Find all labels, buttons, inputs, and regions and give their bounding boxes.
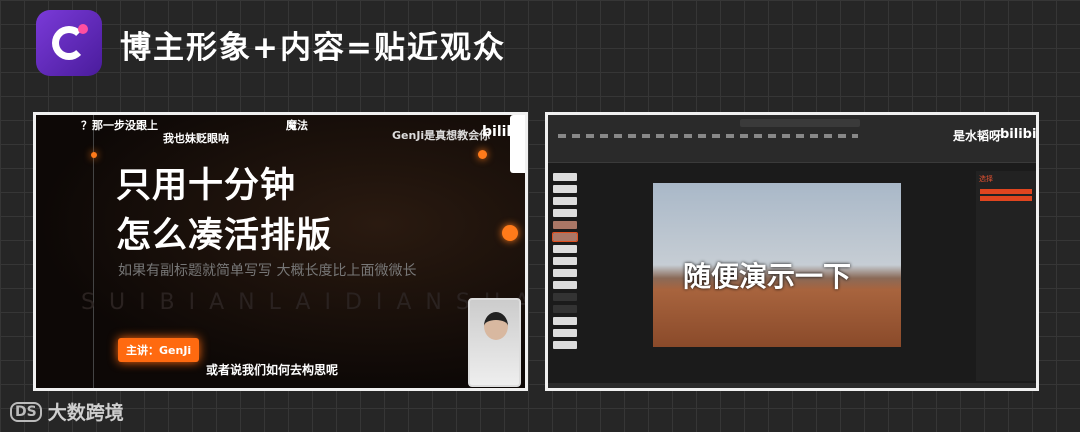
- webcam-overlay: [468, 298, 521, 387]
- danmaku: 魔法: [286, 119, 308, 132]
- timeline-dot: [91, 152, 97, 158]
- selection-pane: 选择: [976, 171, 1036, 381]
- video-caption: 或者说我们如何去构思呢: [206, 363, 339, 377]
- selected-item[interactable]: [980, 196, 1032, 201]
- status-bar: [548, 383, 1036, 388]
- orange-orb: [502, 225, 518, 241]
- footer-brand: DS 大数跨境: [10, 398, 124, 425]
- left-video-screenshot: ？那一步没跟上 我也妹贬眼呐 魔法 GenJi是真想教会你 bilibili 只…: [33, 112, 528, 391]
- selected-item[interactable]: [980, 189, 1032, 194]
- ribbon-tabs[interactable]: [558, 134, 858, 138]
- slide-text[interactable]: 随便演示一下: [683, 255, 851, 295]
- channel-name: 是水韬呀: [953, 129, 1002, 143]
- watermark-text: SUIBIANLAIDIANSHA: [81, 290, 528, 315]
- bilibili-logo: bilibili: [1000, 127, 1037, 142]
- pane-title: 选择: [979, 175, 993, 183]
- search-box[interactable]: [740, 119, 860, 127]
- side-widget[interactable]: [510, 115, 525, 173]
- headline-line-2: 怎么凑活排版: [116, 216, 333, 256]
- danmaku: 我也妹贬眼呐: [163, 132, 229, 145]
- page-title: 博主形象+内容=贴近观众: [120, 30, 506, 66]
- orange-orb: [478, 150, 487, 159]
- channel-name: GenJi是真想教会你: [392, 129, 491, 142]
- app-logo: [36, 10, 102, 76]
- brand-name: 大数跨境: [47, 402, 124, 424]
- brand-logo-icon: DS: [10, 401, 42, 422]
- presenter-badge: 主讲：GenJi: [118, 338, 200, 362]
- slide-thumbnails[interactable]: [552, 173, 579, 383]
- right-video-screenshot: 是水韬呀 bilibili 随便演示一下 选择: [545, 112, 1039, 391]
- headline-line-1: 只用十分钟: [116, 166, 297, 206]
- danmaku: ？那一步没跟上: [81, 119, 158, 132]
- presenter-face: [484, 312, 508, 340]
- subtitle: 如果有副标题就简单写写 大概长度比上面微微长: [118, 263, 417, 279]
- slide-canvas[interactable]: 随便演示一下: [653, 183, 901, 347]
